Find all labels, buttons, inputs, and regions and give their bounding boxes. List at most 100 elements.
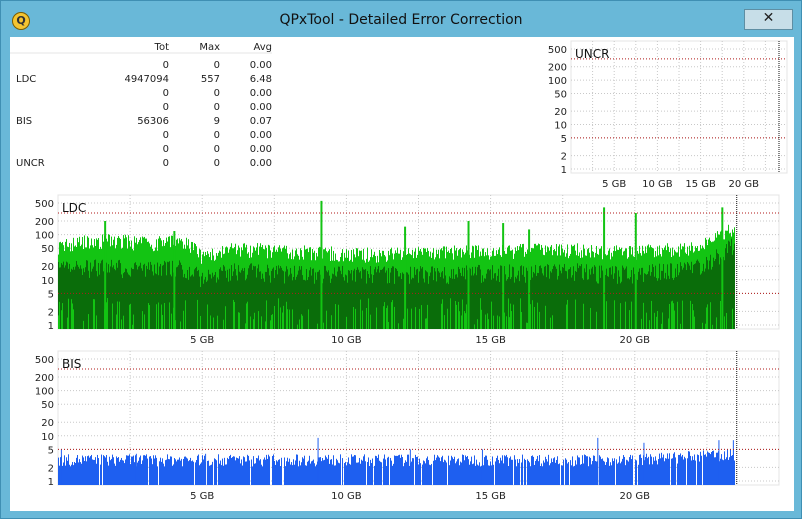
ldc-bar [544,266,545,329]
ldc-bar [177,266,178,329]
bis-bar [147,458,148,485]
ldc-bar [619,276,620,329]
ldc-bar [264,281,265,329]
ldc-bar [182,269,183,329]
ldc-bar [257,268,258,329]
bis-bar [423,460,424,485]
ldc-bar [163,264,164,329]
bis-bar [330,459,331,485]
stats-row-max: 0 [214,60,220,71]
bis-bar [73,465,74,485]
ldc-bar [720,300,721,329]
bis-bar [667,453,668,485]
bis-bar [258,455,259,485]
ldc-bar [297,324,298,329]
bis-bar [508,465,509,485]
bis-bar [174,458,175,485]
bis-bar [144,455,145,485]
y-tick-label: 1 [561,165,567,176]
ldc-bar [303,279,304,329]
ldc-bar [422,267,423,329]
bis-bar [697,454,698,485]
bis-bar [466,456,467,485]
bis-bar [334,465,335,485]
bis-bar [730,449,731,485]
bis-bar [138,460,139,485]
ldc-bar [372,282,373,329]
ldc-bar [523,266,524,329]
ldc-bar [387,305,388,329]
stats-row-max: 0 [214,130,220,141]
bis-bar [562,465,563,485]
bis-bar [81,463,82,485]
ldc-bar [226,277,227,329]
ldc-bar [705,323,706,329]
ldc-bar [525,282,526,329]
ldc-bar [555,266,556,329]
bis-bar [150,456,151,485]
bis-bar [105,457,106,485]
ldc-bar [243,270,244,329]
bis-bar [76,457,77,485]
bis-bar [110,460,111,485]
ldc-bar [114,268,115,329]
ldc-bar [336,276,337,329]
bis-bar [623,455,624,485]
bis-bar [594,455,595,485]
bis-bar [396,455,397,485]
window-title: QPxTool - Detailed Error Correction [279,12,523,28]
ldc-bar [87,260,88,329]
ldc-bar [69,263,70,329]
bis-bar [301,462,302,485]
ldc-bar [651,300,652,329]
close-button[interactable]: ✕ [744,9,793,30]
bis-bar [673,453,674,485]
title-bar[interactable]: Q QPxTool - Detailed Error Correction ✕ [1,1,801,39]
ldc-bar [726,312,727,329]
ldc-bar [291,273,292,329]
ldc-bar [251,263,252,329]
bis-bar [294,464,295,485]
bis-bar [522,454,523,485]
ldc-bar [132,269,133,329]
ldc-bar [668,318,669,329]
ldc-bar [680,323,681,329]
ldc-bar [117,301,118,329]
bis-bar [568,462,569,485]
bis-spike [732,440,734,485]
ldc-bar [527,270,528,329]
ldc-bar [297,274,298,329]
ldc-bar [466,304,467,329]
ldc-bar [83,268,84,329]
ldc-bar [127,272,128,329]
ldc-bar [91,271,92,329]
ldc-bar [254,312,255,329]
ldc-bar [121,319,122,329]
ldc-bar [151,264,152,329]
ldc-bar [410,266,411,329]
ldc-bar [265,271,266,329]
ldc-bar [227,269,228,329]
ldc-bar [314,283,315,329]
bis-bar [221,465,222,485]
ldc-bar [120,263,121,329]
ldc-bar [716,249,717,329]
ldc-bar [472,266,473,329]
bis-bar [139,457,140,485]
bis-bar [108,465,109,485]
bis-bar [299,460,300,485]
ldc-bar [368,298,369,329]
ldc-bar [181,265,182,329]
bis-bar [609,465,610,485]
bis-bar [559,463,560,485]
ldc-bar [591,268,592,329]
ldc-bar [670,263,671,329]
x-tick-label: 5 GB [602,179,626,190]
ldc-bar [520,298,521,329]
bis-bar [491,465,492,485]
ldc-bar [620,303,621,329]
bis-bar [208,460,209,485]
bis-bar [431,463,432,485]
bis-bar [381,462,382,485]
stats-table: Tot Max Avg 0 0 0.00 LDC 4947094 557 6.4… [10,37,272,171]
